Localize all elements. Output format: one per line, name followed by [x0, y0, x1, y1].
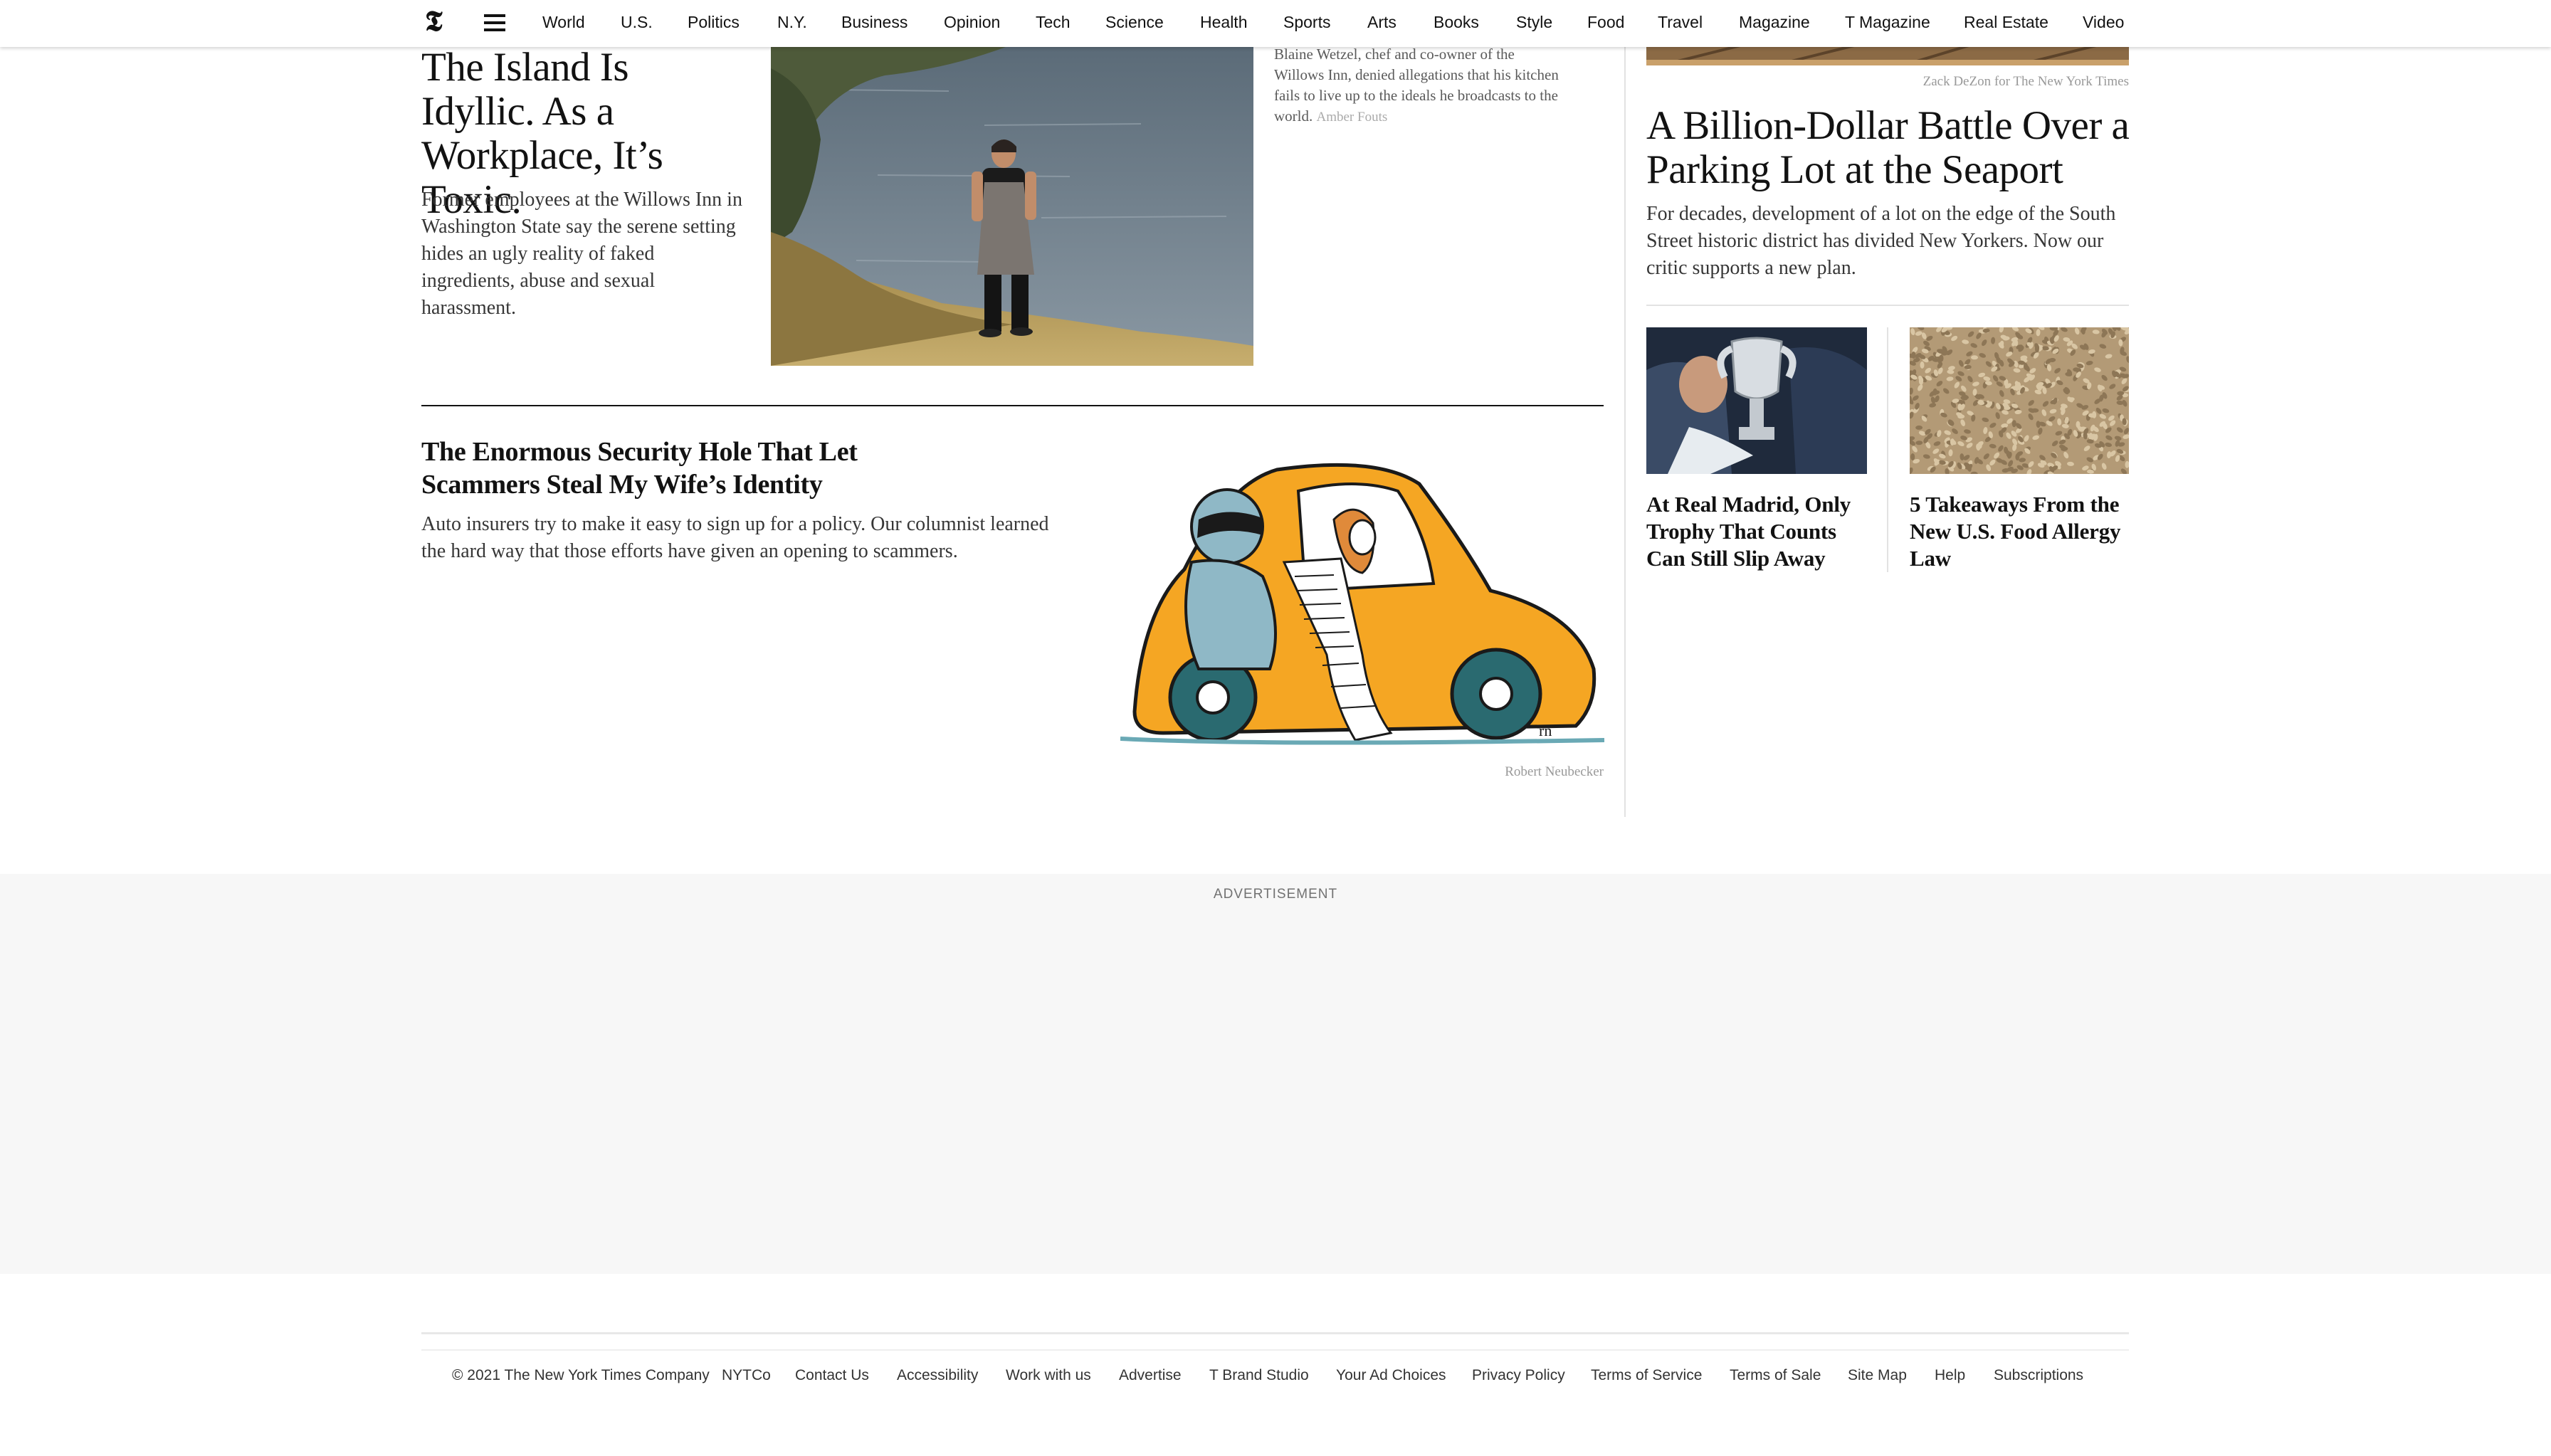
nav-business[interactable]: Business	[841, 13, 908, 32]
nav-science[interactable]: Science	[1105, 13, 1164, 32]
nav-books[interactable]: Books	[1434, 13, 1479, 32]
nyt-logo[interactable]: 𝕿	[425, 7, 449, 36]
footer-link-privacy-policy[interactable]: Privacy Policy	[1472, 1367, 1565, 1384]
nav-tech[interactable]: Tech	[1036, 13, 1071, 32]
nav-health[interactable]: Health	[1200, 13, 1247, 32]
story2-image-credit: Robert Neubecker	[1505, 764, 1604, 779]
nav-sports[interactable]: Sports	[1283, 13, 1330, 32]
story4-image-trophy[interactable]	[1646, 327, 1867, 474]
hamburger-menu-icon[interactable]	[484, 14, 505, 31]
story3-image-credit: Zack DeZon for The New York Times	[1923, 74, 2129, 89]
nav-travel[interactable]: Travel	[1658, 13, 1703, 32]
story5-image-sesame-seeds[interactable]	[1910, 327, 2129, 474]
top-navigation-bar: 𝕿 World U.S. Politics N.Y. Business Opin…	[0, 0, 2551, 47]
nav-opinion[interactable]: Opinion	[944, 13, 1000, 32]
section-divider	[421, 405, 1604, 406]
nav-arts[interactable]: Arts	[1367, 13, 1397, 32]
story1-caption-credit: Amber Fouts	[1316, 110, 1388, 125]
illustrator-signature: rn	[1539, 722, 1552, 739]
story3-divider	[1646, 305, 2129, 306]
footer-rule	[421, 1349, 2129, 1351]
story4-headline[interactable]: At Real Madrid, Only Trophy That Counts …	[1646, 491, 1874, 572]
story2-headline[interactable]: The Enormous Security Hole That Let Scam…	[421, 436, 920, 501]
nav-food[interactable]: Food	[1587, 13, 1624, 32]
nav-real-estate[interactable]: Real Estate	[1964, 13, 2048, 32]
footer-link-nytco[interactable]: NYTCo	[722, 1367, 771, 1384]
footer-link-ad-choices[interactable]: Your Ad Choices	[1336, 1367, 1446, 1384]
nav-style[interactable]: Style	[1516, 13, 1552, 32]
story3-headline[interactable]: A Billion-Dollar Battle Over a Parking L…	[1646, 104, 2137, 192]
footer-link-accessibility[interactable]: Accessibility	[897, 1367, 978, 1384]
ad-container: ADVERTISEMENT	[0, 874, 2551, 1274]
footer-copyright: © 2021 The New York Times Company	[452, 1367, 710, 1383]
story3-image-seaport[interactable]	[1646, 44, 2129, 65]
story3-summary[interactable]: For decades, development of a lot on the…	[1646, 201, 2137, 282]
footer-link-site-map[interactable]: Site Map	[1848, 1367, 1907, 1384]
footer-link-contact-us[interactable]: Contact Us	[795, 1367, 869, 1384]
nav-us[interactable]: U.S.	[621, 13, 653, 32]
footer-link-help[interactable]: Help	[1935, 1367, 1965, 1384]
story4-divider	[1887, 327, 1888, 572]
story2-summary[interactable]: Auto insurers try to make it easy to sig…	[421, 511, 1069, 565]
column-divider	[1624, 47, 1626, 817]
nav-t-magazine[interactable]: T Magazine	[1845, 13, 1930, 32]
story1-summary[interactable]: Former employees at the Willows Inn in W…	[421, 186, 749, 322]
footer-link-subscriptions[interactable]: Subscriptions	[1994, 1367, 2083, 1384]
story5-headline[interactable]: 5 Takeaways From the New U.S. Food Aller…	[1910, 491, 2137, 572]
footer-rule-top	[421, 1332, 2129, 1334]
footer-link-terms-of-sale[interactable]: Terms of Sale	[1730, 1367, 1821, 1384]
story2-illustration-taxi-thief[interactable]: rn	[1120, 441, 1605, 757]
story1-image-chef-by-water[interactable]	[771, 47, 1253, 366]
footer-link-work-with-us[interactable]: Work with us	[1006, 1367, 1091, 1384]
nav-politics[interactable]: Politics	[688, 13, 740, 32]
nav-video[interactable]: Video	[2083, 13, 2124, 32]
footer-link-terms-of-service[interactable]: Terms of Service	[1591, 1367, 1702, 1384]
nav-magazine[interactable]: Magazine	[1739, 13, 1810, 32]
footer-link-t-brand-studio[interactable]: T Brand Studio	[1209, 1367, 1309, 1384]
ad-label: ADVERTISEMENT	[1213, 887, 1338, 902]
nav-ny[interactable]: N.Y.	[777, 13, 807, 32]
nav-world[interactable]: World	[542, 13, 585, 32]
story1-image-caption: Blaine Wetzel, chef and co-owner of the …	[1274, 44, 1559, 127]
footer-link-advertise[interactable]: Advertise	[1119, 1367, 1182, 1384]
